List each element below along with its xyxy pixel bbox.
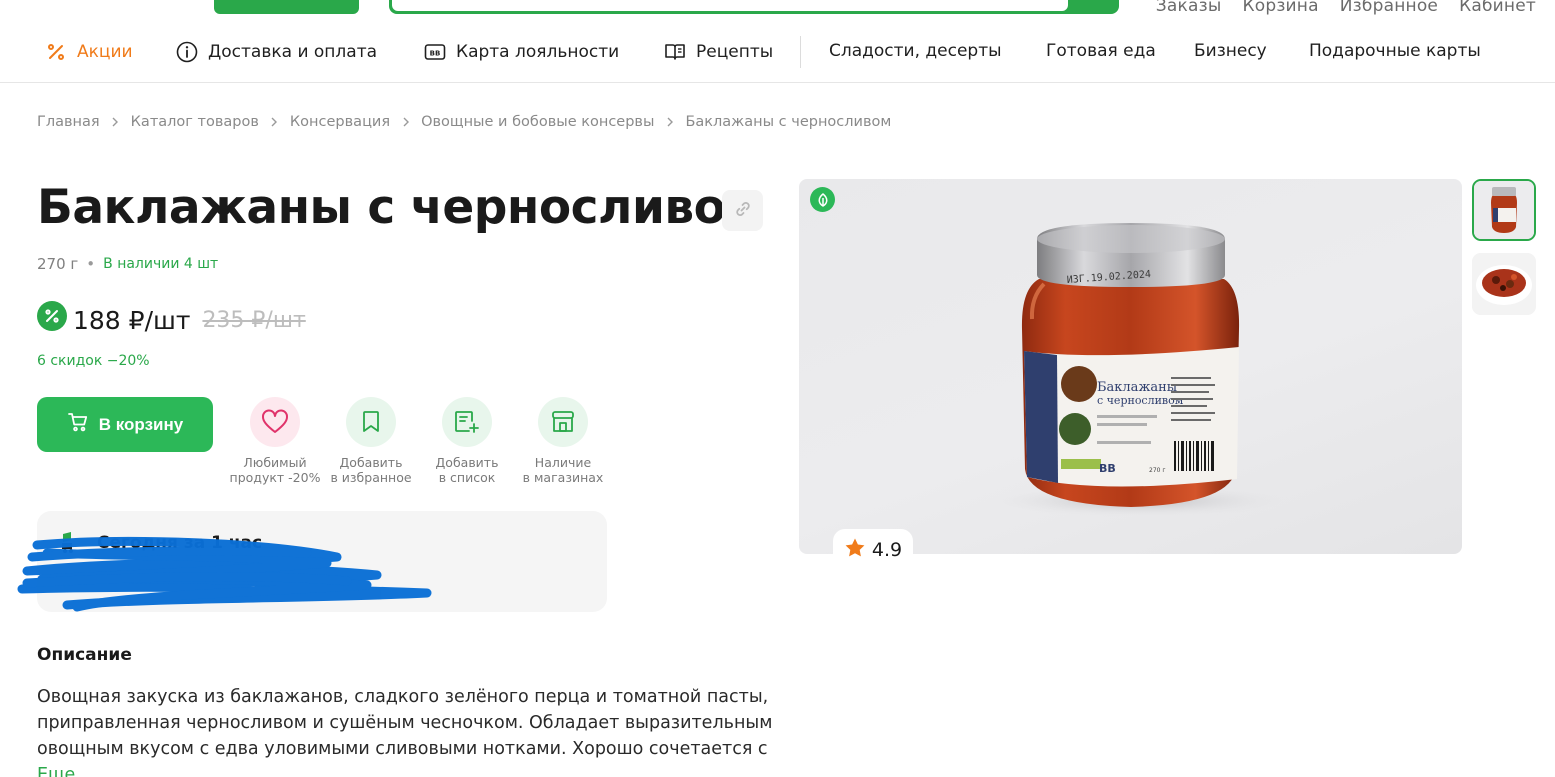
info-icon xyxy=(176,41,198,63)
price-row: 188 ₽/шт 235 ₽/шт xyxy=(37,301,306,335)
store-availability-button[interactable]: Наличие в магазинах xyxy=(513,397,613,485)
orders-link[interactable]: Заказы xyxy=(1156,0,1222,16)
search-input[interactable] xyxy=(392,0,1068,11)
copy-link-button[interactable] xyxy=(722,190,763,231)
thumbnail-2[interactable] xyxy=(1472,253,1536,315)
nav-gift-cards-label: Подарочные карты xyxy=(1309,41,1481,61)
star-icon xyxy=(844,537,866,564)
chevron-right-icon xyxy=(259,116,290,128)
nav-divider xyxy=(800,36,801,68)
nav-item-recipes[interactable]: Рецепты xyxy=(664,41,773,63)
loyalty-card-badge: ВВ xyxy=(430,50,441,58)
breadcrumb: Главная Каталог товаров Консервация Овощ… xyxy=(37,114,891,130)
store-icon xyxy=(538,397,588,447)
jar-brand: ВВ xyxy=(1099,462,1116,475)
add-to-list-label: Добавить в список xyxy=(435,455,499,485)
nav-business-label: Бизнесу xyxy=(1194,41,1267,61)
list-add-icon xyxy=(442,397,492,447)
link-icon xyxy=(733,199,753,223)
main-nav: Акции Доставка и оплата ВВ Карта лояльно… xyxy=(0,22,1555,83)
heart-icon xyxy=(250,397,300,447)
rating-badge[interactable]: 4.9 xyxy=(833,529,913,571)
user-links: Заказы Корзина Избранное Кабинет xyxy=(1156,0,1536,16)
description-text: Овощная закуска из баклажанов, сладкого … xyxy=(37,684,797,777)
thumbnail-jar-image xyxy=(1474,181,1534,239)
description-body: Овощная закуска из баклажанов, сладкого … xyxy=(37,687,773,759)
discount-percent-icon xyxy=(37,301,67,331)
breadcrumb-link[interactable]: Овощные и бобовые консервы xyxy=(421,114,654,130)
store-availability-label: Наличие в магазинах xyxy=(522,455,604,485)
thumbnail-1[interactable] xyxy=(1472,179,1536,241)
product-jar-photo: ИЗГ.19.02.2024 Баклажаны с черносливом В… xyxy=(989,223,1289,517)
cart-link[interactable]: Корзина xyxy=(1242,0,1318,16)
chevron-right-icon xyxy=(100,116,131,128)
current-price: 188 ₽/шт xyxy=(73,305,191,335)
top-header: Заказы Корзина Избранное Кабинет xyxy=(0,0,1555,22)
nav-item-delivery[interactable]: Доставка и оплата xyxy=(176,41,377,63)
cart-icon xyxy=(67,411,89,438)
bookmark-icon xyxy=(346,397,396,447)
promo-count[interactable]: 6 скидок −20% xyxy=(37,353,150,369)
nav-loyalty-label: Карта лояльности xyxy=(456,42,620,62)
jar-label-title-2: с черносливом xyxy=(1097,394,1184,407)
favorite-product-button[interactable]: Любимый продукт -20% xyxy=(225,397,325,485)
nav-item-loyalty[interactable]: ВВ Карта лояльности xyxy=(424,41,619,63)
old-price: 235 ₽/шт xyxy=(202,307,306,333)
page-title: Баклажаны с черносливом xyxy=(37,180,764,235)
breadcrumb-link[interactable]: Каталог товаров xyxy=(131,114,259,130)
loyalty-card-icon: ВВ xyxy=(424,41,446,63)
add-to-cart-button[interactable]: В корзину xyxy=(37,397,213,452)
nav-promo-label: Акции xyxy=(77,42,133,62)
nav-item-ready-food[interactable]: Готовая еда xyxy=(1046,41,1156,61)
stock-status: В наличии 4 шт xyxy=(103,256,219,272)
nav-sweets-label: Сладости, десерты xyxy=(829,41,1002,61)
account-link[interactable]: Кабинет xyxy=(1459,0,1536,16)
add-to-cart-label: В корзину xyxy=(98,414,184,434)
chevron-right-icon xyxy=(390,116,421,128)
breadcrumb-current: Баклажаны с черносливом xyxy=(685,114,892,130)
thumbnail-dish-image xyxy=(1472,253,1536,315)
breadcrumb-link[interactable]: Консервация xyxy=(290,114,390,130)
nav-item-business[interactable]: Бизнесу xyxy=(1194,41,1267,61)
delivery-card[interactable]: Сегодня за 1 час xyxy=(17,511,607,612)
nav-delivery-label: Доставка и оплата xyxy=(208,42,378,62)
nav-item-promo[interactable]: Акции xyxy=(45,41,133,63)
description-title: Описание xyxy=(37,645,132,665)
leaf-icon xyxy=(810,187,835,212)
nav-ready-food-label: Готовая еда xyxy=(1046,41,1156,61)
breadcrumb-link[interactable]: Главная xyxy=(37,114,100,130)
add-to-favorites-label: Добавить в избранное xyxy=(330,455,412,485)
add-to-list-button[interactable]: Добавить в список xyxy=(417,397,517,485)
percent-icon xyxy=(45,41,67,63)
chevron-right-icon xyxy=(654,116,685,128)
search-bar[interactable] xyxy=(389,0,1119,14)
jar-weight: 270 г xyxy=(1149,467,1166,474)
meta-separator: • xyxy=(86,255,96,273)
rating-value: 4.9 xyxy=(871,539,903,561)
catalog-button[interactable] xyxy=(214,0,359,14)
jar-label-title-1: Баклажаны xyxy=(1097,380,1177,395)
book-icon xyxy=(664,41,686,63)
product-meta: 270 г • В наличии 4 шт xyxy=(37,255,218,273)
favorites-link[interactable]: Избранное xyxy=(1340,0,1438,16)
favorite-product-label: Любимый продукт -20% xyxy=(229,455,321,485)
nav-item-gift-cards[interactable]: Подарочные карты xyxy=(1309,41,1481,61)
description-more-link[interactable]: Еще xyxy=(37,765,75,777)
product-weight: 270 г xyxy=(37,255,79,273)
add-to-favorites-button[interactable]: Добавить в избранное xyxy=(321,397,421,485)
nav-item-sweets[interactable]: Сладости, десерты xyxy=(829,41,1002,61)
product-main-image[interactable]: ИЗГ.19.02.2024 Баклажаны с черносливом В… xyxy=(799,179,1462,554)
redaction-scribble xyxy=(17,536,432,612)
nav-recipes-label: Рецепты xyxy=(696,42,774,62)
